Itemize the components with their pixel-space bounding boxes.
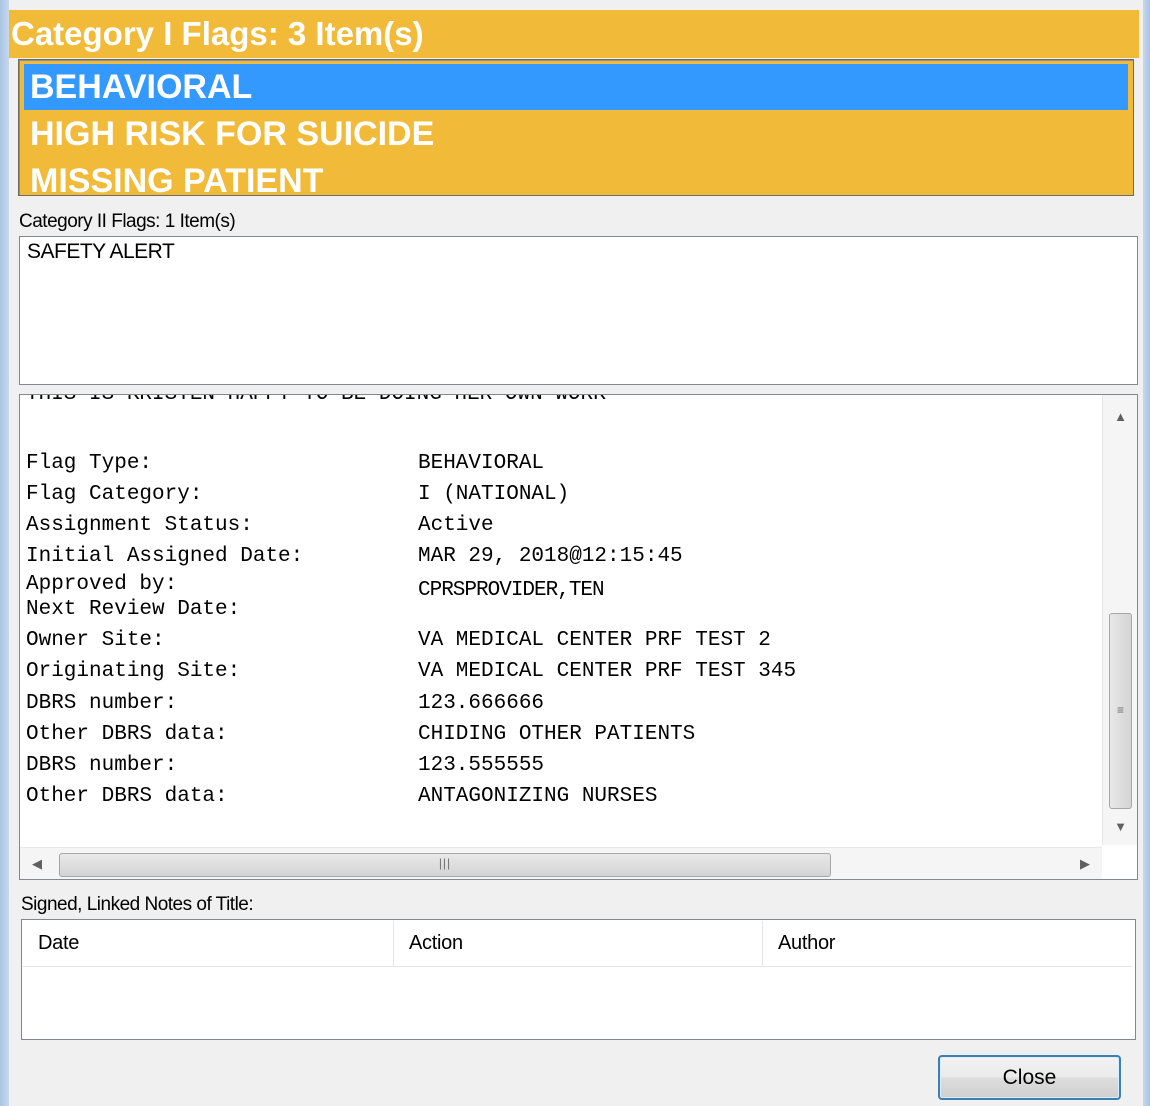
details-row: Other DBRS data: CHIDING OTHER PATIENTS <box>26 722 695 748</box>
details-row: Next Review Date: <box>26 597 418 623</box>
details-row-value: BEHAVIORAL <box>418 452 545 475</box>
details-row-value: VA MEDICAL CENTER PRF TEST 345 <box>418 660 797 683</box>
details-row-value: 123.555555 <box>418 754 545 777</box>
details-row: Initial Assigned Date: MAR 29, 2018@12:15… <box>26 544 683 570</box>
details-row-label: Next Review Date: <box>26 598 241 621</box>
details-row-label: DBRS number: <box>26 692 178 715</box>
details-row-label: Approved by: <box>26 573 178 596</box>
scroll-right-arrow-icon[interactable]: ▶ <box>1068 848 1102 879</box>
details-row: Originating Site: VA MEDICAL CENTER PRF T… <box>26 659 796 685</box>
details-row-label: Flag Category: <box>26 483 203 506</box>
details-row: Flag Type: BEHAVIORAL <box>26 451 544 477</box>
category1-flag-item[interactable]: HIGH RISK FOR SUICIDE <box>24 111 1128 157</box>
category2-header: Category II Flags: 1 Item(s) <box>19 211 236 232</box>
details-row: Flag Category: I (NATIONAL) <box>26 482 569 508</box>
category1-flag-item[interactable]: BEHAVIORAL <box>24 64 1128 110</box>
notes-column-header: Date Action Author <box>23 921 1132 967</box>
category2-flag-list[interactable]: SAFETY ALERT <box>19 236 1138 385</box>
scroll-grip-icon: ||| <box>438 856 452 870</box>
horizontal-scroll-thumb[interactable]: ||| <box>59 853 831 877</box>
close-button[interactable]: Close <box>938 1055 1121 1100</box>
flag-details-memo[interactable]: THIS IS KRISTEN HAPPY TO BE DOING HER OW… <box>19 394 1138 880</box>
category1-header: Category I Flags: 3 Item(s) <box>9 10 1139 58</box>
details-row: Approved by: CPRSPROVIDER,TEN <box>26 572 605 602</box>
details-row-label: Originating Site: <box>26 660 241 683</box>
scroll-left-arrow-icon[interactable]: ◀ <box>20 848 54 879</box>
notes-label: Signed, Linked Notes of Title: <box>21 894 254 915</box>
details-row-value: CHIDING OTHER PATIENTS <box>418 723 696 746</box>
column-header-action[interactable]: Action <box>394 921 763 966</box>
details-row: DBRS number: 123.666666 <box>26 691 544 717</box>
details-row: Other DBRS data: ANTAGONIZING NURSES <box>26 784 657 810</box>
details-row-label: Flag Type: <box>26 452 153 475</box>
details-row-label: Assignment Status: <box>26 514 253 537</box>
window-frame-right <box>1143 0 1150 1106</box>
details-vertical-scrollbar[interactable]: ▲ ≡ ▼ <box>1102 395 1137 845</box>
details-partial-line: THIS IS KRISTEN HAPPY TO BE DOING HER OW… <box>26 394 606 406</box>
details-row-label: Initial Assigned Date: <box>26 545 304 568</box>
scroll-down-arrow-icon[interactable]: ▼ <box>1103 811 1137 843</box>
flag-details-text: THIS IS KRISTEN HAPPY TO BE DOING HER OW… <box>26 395 796 808</box>
scroll-up-arrow-icon[interactable]: ▲ <box>1103 401 1137 433</box>
details-row: Assignment Status: Active <box>26 513 494 539</box>
details-row-value: VA MEDICAL CENTER PRF TEST 2 <box>418 629 771 652</box>
details-row-value: Active <box>418 514 494 537</box>
details-row-label: Owner Site: <box>26 629 165 652</box>
window-frame-left <box>0 0 9 1106</box>
details-row-value: CPRSPROVIDER,TEN <box>418 579 605 602</box>
category2-flag-item[interactable]: SAFETY ALERT <box>27 240 175 264</box>
details-row-value: ANTAGONIZING NURSES <box>418 785 658 808</box>
linked-notes-list[interactable]: Date Action Author <box>21 919 1136 1040</box>
category1-flag-list[interactable]: BEHAVIORAL HIGH RISK FOR SUICIDE MISSING… <box>18 59 1134 196</box>
details-row-label: DBRS number: <box>26 754 178 777</box>
details-row-label: Other DBRS data: <box>26 785 228 808</box>
details-horizontal-scrollbar[interactable]: ◀ ||| ▶ <box>20 847 1102 879</box>
column-header-author[interactable]: Author <box>763 921 1132 966</box>
scroll-grip-icon: ≡ <box>1116 703 1124 717</box>
details-row-value: I (NATIONAL) <box>418 483 570 506</box>
column-header-date[interactable]: Date <box>23 921 394 966</box>
details-row: DBRS number: 123.555555 <box>26 753 544 779</box>
vertical-scroll-thumb[interactable]: ≡ <box>1109 613 1132 809</box>
details-row: Owner Site: VA MEDICAL CENTER PRF TEST 2 <box>26 628 771 654</box>
details-row-label: Other DBRS data: <box>26 723 228 746</box>
details-row-value: MAR 29, 2018@12:15:45 <box>418 545 683 568</box>
details-row-value: 123.666666 <box>418 692 545 715</box>
category1-flag-item[interactable]: MISSING PATIENT <box>24 158 1128 195</box>
